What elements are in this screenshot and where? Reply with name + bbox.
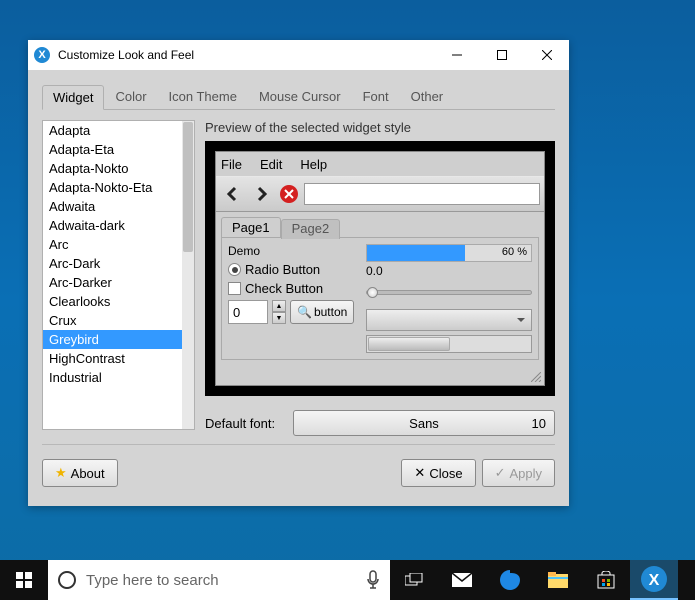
preview-label: Preview of the selected widget style (205, 120, 555, 135)
scrollbar[interactable] (182, 121, 194, 429)
slider-value: 0.0 (366, 264, 532, 278)
spin-down[interactable]: ▼ (272, 312, 286, 324)
preview-frame: File Edit Help Page1 Page2 (205, 141, 555, 396)
tab-bar: Widget Color Icon Theme Mouse Cursor Fon… (42, 84, 555, 110)
titlebar[interactable]: X Customize Look and Feel (28, 40, 569, 70)
button-row: ★About ✕Close ✓Apply (42, 444, 555, 487)
svg-text:X: X (649, 572, 660, 589)
list-item[interactable]: Adapta (43, 121, 194, 140)
xfce-taskbar-icon[interactable]: X (630, 560, 678, 600)
spin-input[interactable]: 0 (228, 300, 268, 324)
list-item[interactable]: Adapta-Eta (43, 140, 194, 159)
list-item-selected[interactable]: Greybird (43, 330, 194, 349)
progress-text: 60 % (502, 246, 527, 258)
store-icon[interactable] (582, 560, 630, 600)
font-row: Default font: Sans 10 (205, 402, 555, 436)
checkbox-icon (228, 282, 241, 295)
list-item[interactable]: Adapta-Nokto (43, 159, 194, 178)
preview-inner-tabs: Page1 Page2 (216, 212, 544, 237)
theme-list[interactable]: Adapta Adapta-Eta Adapta-Nokto Adapta-No… (42, 120, 195, 430)
tab-color[interactable]: Color (104, 84, 157, 109)
check-item[interactable]: Check Button (228, 281, 358, 296)
menu-edit[interactable]: Edit (260, 157, 282, 172)
h-scrollbar-thumb[interactable] (368, 337, 450, 351)
check-icon: ✓ (495, 465, 506, 481)
about-button[interactable]: ★About (42, 459, 118, 487)
tab-widget[interactable]: Widget (42, 85, 104, 110)
list-item[interactable]: Adwaita-dark (43, 216, 194, 235)
preview-toolbar (216, 176, 544, 212)
close-app-button[interactable]: ✕Close (401, 459, 475, 487)
minimize-button[interactable] (434, 40, 479, 70)
list-item[interactable]: Adwaita (43, 197, 194, 216)
list-item[interactable]: Clearlooks (43, 292, 194, 311)
cortana-icon (58, 571, 76, 589)
window-content: Widget Color Icon Theme Mouse Cursor Fon… (28, 70, 569, 501)
tab-page2[interactable]: Page2 (281, 219, 341, 239)
list-item[interactable]: Arc-Dark (43, 254, 194, 273)
list-item[interactable]: Crux (43, 311, 194, 330)
tab-mouse-cursor[interactable]: Mouse Cursor (248, 84, 352, 109)
explorer-icon[interactable] (534, 560, 582, 600)
radio-icon (228, 263, 241, 276)
spin-up[interactable]: ▲ (272, 300, 286, 312)
radio-item[interactable]: Radio Button (228, 262, 358, 277)
back-button[interactable] (220, 181, 246, 207)
search-placeholder: Type here to search (86, 572, 356, 589)
window-title: Customize Look and Feel (58, 48, 434, 62)
slider[interactable] (366, 290, 532, 295)
search-box[interactable]: Type here to search (48, 560, 390, 600)
close-button[interactable] (524, 40, 569, 70)
list-item[interactable]: Arc (43, 235, 194, 254)
close-icon: ✕ (414, 465, 425, 481)
preview-demo-body: Demo Radio Button Check Button 0 ▲ ▼ (221, 237, 539, 360)
preview-menu: File Edit Help (216, 152, 544, 176)
dropdown[interactable] (366, 309, 532, 331)
demo-button[interactable]: 🔍button (290, 300, 354, 324)
demo-label: Demo (228, 244, 358, 258)
task-view-button[interactable] (390, 560, 438, 600)
tab-icon-theme[interactable]: Icon Theme (158, 84, 248, 109)
spin-buttons: ▲ ▼ (272, 300, 286, 324)
edge-icon[interactable] (486, 560, 534, 600)
apply-button[interactable]: ✓Apply (482, 459, 555, 487)
mail-icon[interactable] (438, 560, 486, 600)
preview-column: Preview of the selected widget style Fil… (205, 120, 555, 436)
default-font-label: Default font: (205, 416, 285, 431)
app-icon: X (34, 47, 50, 63)
start-button[interactable] (0, 560, 48, 600)
forward-button[interactable] (248, 181, 274, 207)
preview-window: File Edit Help Page1 Page2 (215, 151, 545, 386)
font-picker-button[interactable]: Sans 10 (293, 410, 555, 436)
progress-bar: 60 % (366, 244, 532, 262)
url-input[interactable] (304, 183, 540, 205)
demo-left: Demo Radio Button Check Button 0 ▲ ▼ (228, 244, 358, 353)
tab-other[interactable]: Other (400, 84, 455, 109)
menu-file[interactable]: File (221, 157, 242, 172)
h-scrollbar[interactable] (366, 335, 532, 353)
font-size: 10 (532, 416, 546, 431)
list-item[interactable]: Industrial (43, 368, 194, 387)
app-window: X Customize Look and Feel Widget Color I… (28, 40, 569, 506)
star-icon: ★ (55, 465, 67, 481)
search-icon: 🔍 (297, 305, 312, 319)
resize-grip-icon[interactable] (531, 372, 541, 382)
tab-page1[interactable]: Page1 (221, 217, 281, 237)
tab-body: Adapta Adapta-Eta Adapta-Nokto Adapta-No… (42, 110, 555, 436)
spin-row: 0 ▲ ▼ 🔍button (228, 300, 358, 324)
menu-help[interactable]: Help (300, 157, 327, 172)
slider-thumb[interactable] (367, 287, 378, 298)
maximize-button[interactable] (479, 40, 524, 70)
demo-right: 60 % 0.0 (366, 244, 532, 353)
tab-font[interactable]: Font (352, 84, 400, 109)
font-family: Sans (409, 416, 439, 431)
progress-fill (367, 245, 465, 261)
taskbar: Type here to search X (0, 560, 695, 600)
list-item[interactable]: Adapta-Nokto-Eta (43, 178, 194, 197)
scrollbar-thumb[interactable] (183, 122, 193, 252)
mic-icon[interactable] (366, 570, 380, 590)
list-item[interactable]: HighContrast (43, 349, 194, 368)
stop-button[interactable] (276, 181, 302, 207)
list-item[interactable]: Arc-Darker (43, 273, 194, 292)
